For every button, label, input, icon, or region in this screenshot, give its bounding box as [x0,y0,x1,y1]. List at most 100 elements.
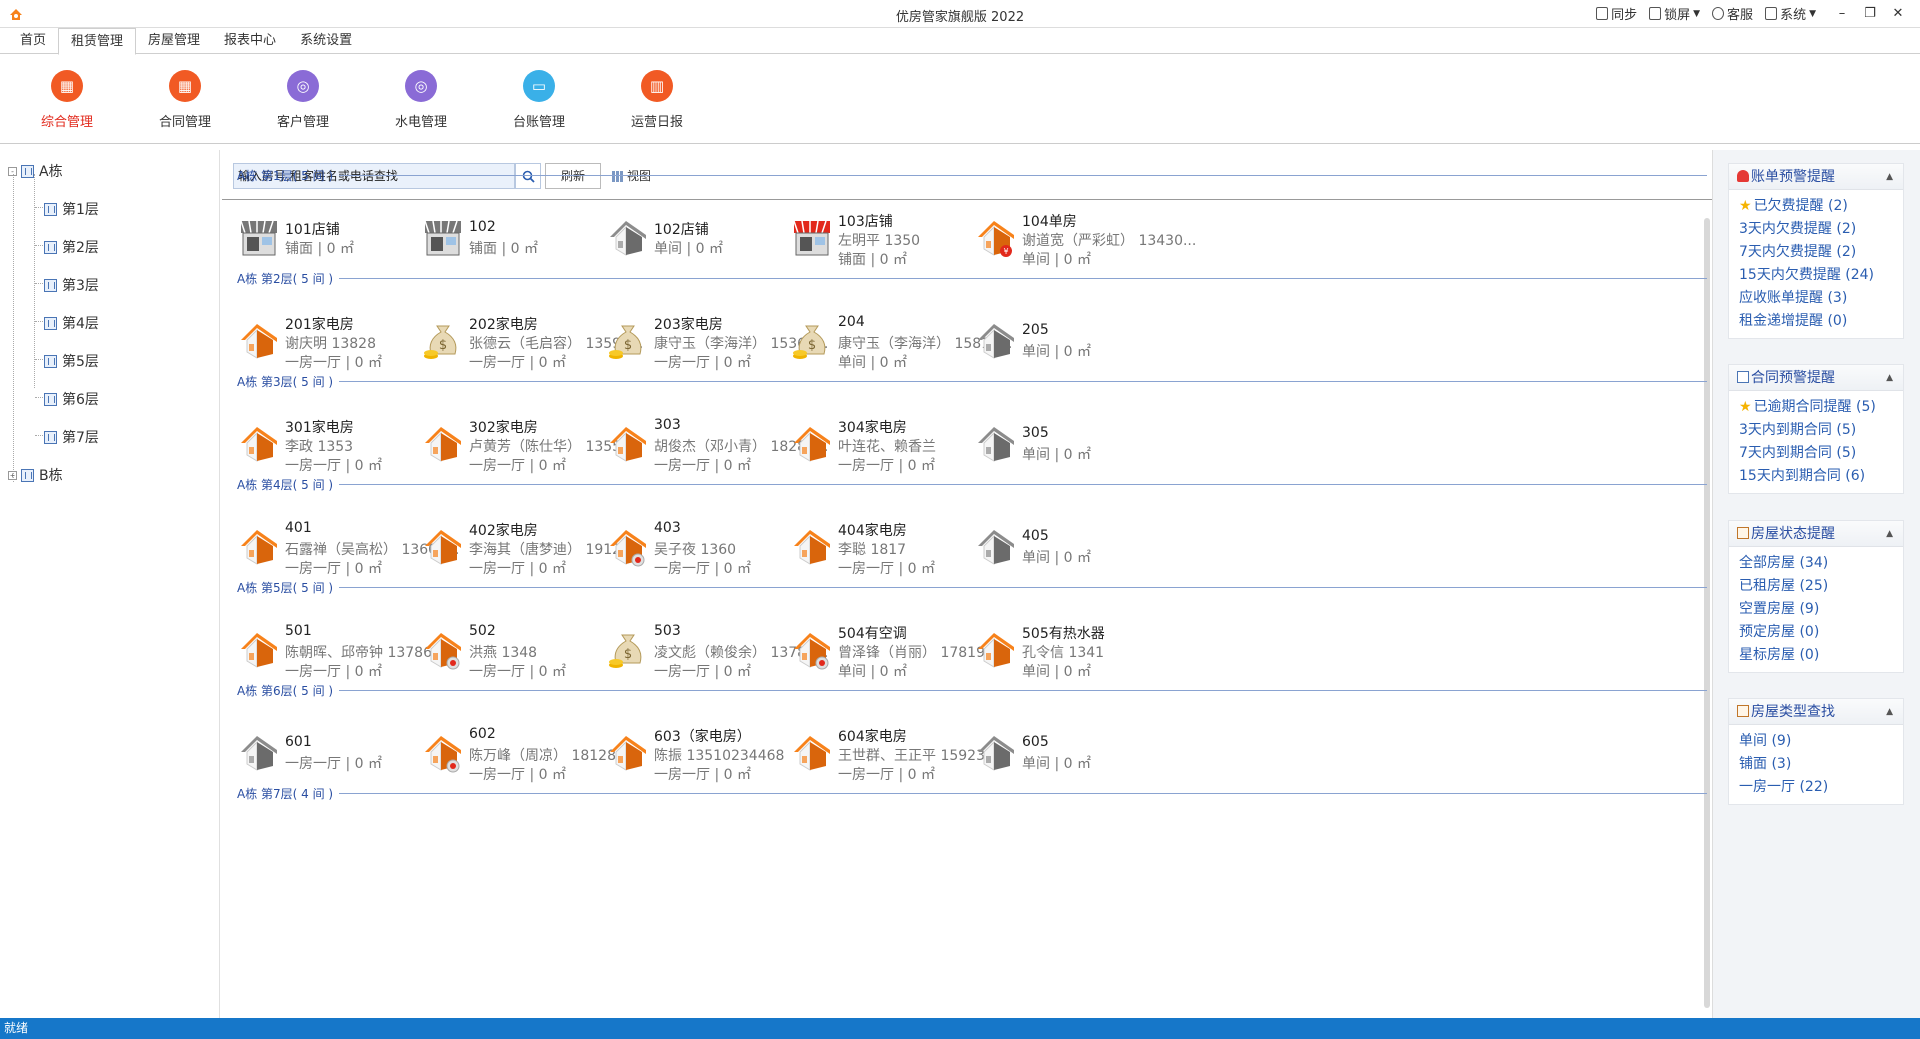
system-button[interactable]: 系统 ▼ [1765,4,1816,23]
alert-link[interactable]: ★ 已逾期合同提醒 (5) [1729,396,1903,419]
alert-link[interactable]: 预定房屋 (0) [1729,621,1903,644]
tree-floor-7[interactable]: 第7层 [44,427,99,447]
tree-label: 第2层 [62,240,99,256]
ribbon-daily-report-button[interactable]: ▥ 运营日报 [598,54,716,143]
service-button[interactable]: 客服 [1712,4,1753,23]
alert-link[interactable]: 7天内到期合同 (5) [1729,442,1903,465]
collapse-icon[interactable]: - [8,166,17,176]
alert-link[interactable]: 3天内欠费提醒 (2) [1729,218,1903,241]
alert-link[interactable]: 全部房屋 (34) [1729,552,1903,575]
tree-label: 第4层 [62,316,99,332]
alert-link[interactable]: 一房一厅 (22) [1729,776,1903,799]
alert-link[interactable]: 3天内到期合同 (5) [1729,419,1903,442]
tree-floor-3[interactable]: 第3层 [44,275,99,295]
svg-text:$: $ [439,338,447,353]
chart-icon: ▥ [641,70,673,102]
floor-title: A栋 第7层( 4 间 ) [237,786,334,801]
alert-link-label: 单间 (9) [1739,733,1792,749]
alert-link[interactable]: 铺面 (3) [1729,753,1903,776]
collapse-icon[interactable]: ▲ [1886,521,1893,547]
room-tenant: 洪燕 1348 [469,645,538,661]
room-card[interactable]: 505有热水器 孔令信 1341 单间 | 0 ㎡ [974,621,1199,680]
floor-divider [339,483,1707,485]
ribbon-utility-button[interactable]: ◎ 水电管理 [362,54,480,143]
tree-floor-6[interactable]: 第6层 [44,389,99,409]
sync-button[interactable]: 同步 [1596,4,1637,23]
room-tenant: 李政 1353 [285,439,354,455]
card-header[interactable]: 房屋类型查找 ▲ [1729,699,1903,725]
room-card[interactable]: 205 单间 | 0 ㎡ [974,312,1199,370]
alert-link[interactable]: 单间 (9) [1729,730,1903,753]
tree-floor-1[interactable]: 第1层 [44,199,99,219]
star-icon: ★ [1739,399,1752,415]
ribbon-contract-button[interactable]: ▦ 合同管理 [126,54,244,143]
tree-building-b[interactable]: + B栋 [8,465,63,485]
room-tenant: 吴子夜 1360 [654,542,737,558]
building-tree: - A栋 第1层 第2层 第3层 第4层 第5层 第6层 第7层 + B栋 [0,150,220,1018]
room-type: 一房一厅 | 0 ㎡ [838,767,935,783]
alert-link[interactable]: ★ 已欠费提醒 (2) [1729,195,1903,218]
room-number: 505有热水器 [1022,626,1105,642]
room-tenant: 叶连花、赖香兰 [838,439,936,455]
tab-reports[interactable]: 报表中心 [212,28,288,54]
room-card[interactable]: 605 单间 | 0 ㎡ [974,724,1199,782]
contract-alert-card: 合同预警提醒 ▲ ★ 已逾期合同提醒 (5) 3天内到期合同 (5) 7天内到期合同 (… [1728,364,1904,494]
tree-floor-2[interactable]: 第2层 [44,237,99,257]
alert-link-label: 铺面 (3) [1739,756,1792,772]
lock-button[interactable]: 锁屏 ▼ [1649,4,1700,23]
room-tenant: 孔令信 1341 [1022,645,1105,661]
room-card[interactable]: 405 单间 | 0 ㎡ [974,518,1199,576]
room-number: 102店铺 [654,222,709,238]
house-icon [1737,705,1749,717]
room-tenant: 谢道宽（严彩虹） 13430... [1022,233,1197,249]
ribbon-customer-button[interactable]: ◎ 客户管理 [244,54,362,143]
tab-houses[interactable]: 房屋管理 [136,28,212,54]
floor-divider [339,792,1707,794]
alert-link[interactable]: 15天内欠费提醒 (24) [1729,264,1903,287]
ribbon-label: 综合管理 [40,115,93,130]
tree-floor-5[interactable]: 第5层 [44,351,99,371]
tree-building-a[interactable]: - A栋 [8,161,63,181]
room-type: 一房一厅 | 0 ㎡ [469,355,566,371]
alert-link[interactable]: 已租房屋 (25) [1729,575,1903,598]
room-type: 一房一厅 | 0 ㎡ [285,756,382,772]
expand-icon[interactable]: + [8,470,17,480]
collapse-icon[interactable]: ▲ [1886,699,1893,725]
tree-label: 第1层 [62,202,99,218]
target-icon: ◎ [287,70,319,102]
collapse-icon[interactable]: ▲ [1886,164,1893,190]
alert-link-label: 3天内欠费提醒 (2) [1739,221,1857,237]
room-type: 单间 | 0 ㎡ [1022,252,1091,268]
card-header[interactable]: 合同预警提醒 ▲ [1729,365,1903,391]
room-card[interactable]: ¥104单房 谢道宽（严彩虹） 13430... 单间 | 0 ㎡ [974,209,1199,268]
room-number: 302家电房 [469,420,538,436]
ribbon-overview-button[interactable]: ▦ 综合管理 [8,54,126,143]
alert-link-label: 已欠费提醒 (2) [1753,198,1848,214]
room-number: 205 [1022,322,1049,338]
close-button[interactable]: ✕ [1884,6,1912,21]
card-header[interactable]: 房屋状态提醒 ▲ [1729,521,1903,547]
room-number: 405 [1022,528,1049,544]
floor-title: A栋 第6层( 5 间 ) [237,683,334,698]
room-number: 102 [469,219,496,235]
room-number: 402家电房 [469,523,538,539]
alert-link[interactable]: 租金递增提醒 (0) [1729,310,1903,333]
alert-link[interactable]: 15天内到期合同 (6) [1729,465,1903,488]
floor-icon [44,278,57,292]
tab-settings[interactable]: 系统设置 [288,28,364,54]
card-header[interactable]: 账单预警提醒 ▲ [1729,164,1903,190]
alert-link[interactable]: 星标房屋 (0) [1729,644,1903,667]
room-tenant: 左明平 1350 [838,233,921,249]
tab-home[interactable]: 首页 [8,28,58,54]
collapse-icon[interactable]: ▲ [1886,365,1893,391]
tab-rental[interactable]: 租赁管理 [58,28,137,55]
minimize-button[interactable]: – [1828,6,1856,21]
ribbon-ledger-button[interactable]: ▭ 台账管理 [480,54,598,143]
tree-floor-4[interactable]: 第4层 [44,313,99,333]
restore-button[interactable]: ❐ [1856,6,1884,21]
room-card[interactable]: 305 单间 | 0 ㎡ [974,415,1199,473]
room-type: 单间 | 0 ㎡ [1022,756,1091,772]
alert-link[interactable]: 空置房屋 (9) [1729,598,1903,621]
alert-link[interactable]: 7天内欠费提醒 (2) [1729,241,1903,264]
alert-link[interactable]: 应收账单提醒 (3) [1729,287,1903,310]
